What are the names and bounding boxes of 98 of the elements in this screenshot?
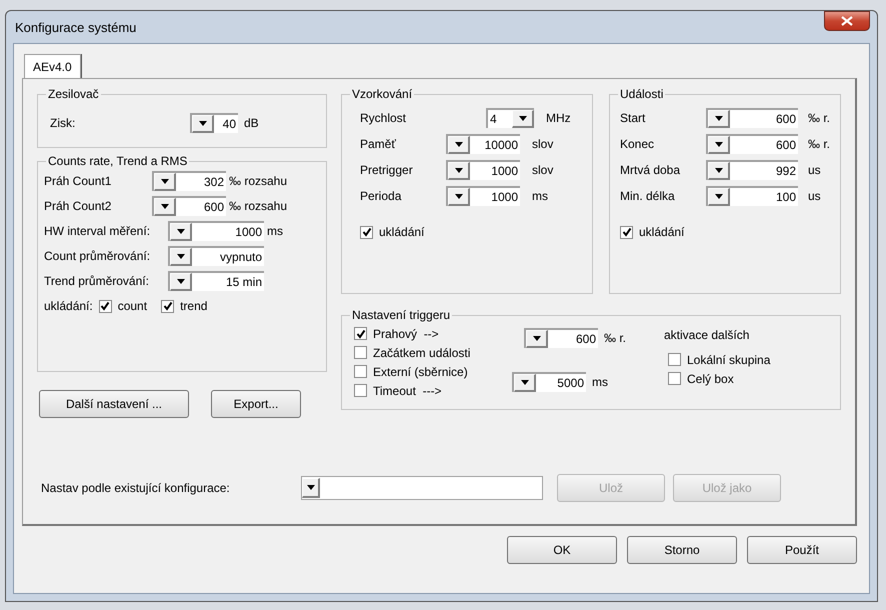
checkbox[interactable]: Externí (sběrnice): [354, 362, 504, 381]
field-label: Pretrigger: [360, 163, 414, 177]
field-value: 40: [222, 117, 237, 131]
field-value: 15 min: [224, 275, 263, 289]
configuration-dropdown[interactable]: [301, 476, 543, 500]
field-value: 600: [774, 138, 797, 152]
checkbox-label: Celý box: [687, 372, 734, 386]
push-button[interactable]: OK: [507, 536, 617, 564]
field-value: 600: [202, 200, 225, 214]
group-title: Vzorkování: [351, 87, 414, 101]
group-title: Události: [619, 87, 664, 101]
checkbox-label: trend: [180, 299, 208, 313]
field-value: 4: [489, 112, 498, 126]
field-label: Práh Count1: [44, 174, 112, 188]
field-value: 10000: [484, 138, 519, 152]
field-label: Konec: [620, 137, 656, 151]
field-value: vypnuto: [218, 250, 263, 264]
unit-label: MHz: [545, 111, 571, 125]
save-label: ukládání:: [44, 299, 93, 313]
spin-field[interactable]: 5000: [512, 372, 586, 392]
field-value: 600: [574, 332, 597, 346]
unit-label: dB: [243, 116, 259, 130]
checkbox[interactable]: trend: [161, 299, 208, 313]
field-label: HW interval měření:: [44, 224, 152, 238]
checkbox-label: Timeout --->: [373, 384, 442, 398]
group-title: Zesilovač: [47, 87, 100, 101]
field-label: Paměť: [360, 137, 397, 151]
spin-field[interactable]: 1000: [168, 221, 264, 241]
checkbox-label: Externí (sběrnice): [373, 364, 468, 378]
field-label: Perioda: [360, 189, 402, 203]
checkbox-label: ukládání: [639, 225, 684, 239]
field-value: 5000: [556, 376, 585, 390]
tab[interactable]: AEv4.0: [24, 54, 81, 78]
checkbox-label: Začátkem události: [373, 346, 470, 360]
spin-field[interactable]: 1000: [446, 160, 520, 180]
field-label: Count průměrování:: [44, 249, 152, 263]
field-value: 1000: [490, 164, 519, 178]
checkbox-label: Lokální skupina: [687, 352, 770, 366]
field-value: 1000: [490, 190, 519, 204]
checkbox[interactable]: Timeout --->: [354, 381, 504, 400]
field-label: Mrtvá doba: [620, 163, 682, 177]
field-value: 992: [774, 164, 797, 178]
field-value: 600: [774, 112, 797, 126]
field-value: 100: [774, 190, 797, 204]
unit-label: us: [807, 189, 821, 203]
unit-label: ms: [591, 375, 608, 389]
checkbox-label: Prahový -->: [373, 326, 439, 340]
push-button[interactable]: Další nastavení ...: [39, 390, 189, 418]
spin-field[interactable]: vypnuto: [168, 246, 264, 266]
unit-label: slov: [531, 137, 554, 151]
unit-label: ‰ r.: [807, 111, 830, 125]
window-title: Konfigurace systému: [14, 20, 136, 34]
checkbox[interactable]: Prahový -->: [354, 324, 504, 343]
field-label: Zisk:: [50, 116, 76, 130]
spin-field[interactable]: 15 min: [168, 271, 264, 291]
spin-field[interactable]: 600: [706, 134, 798, 154]
field-label: Trend průměrování:: [44, 274, 150, 288]
checkbox[interactable]: ukládání: [620, 225, 684, 239]
push-button[interactable]: Storno: [627, 536, 737, 564]
close-button[interactable]: [824, 11, 870, 31]
field-label: Nastav podle existující konfigurace:: [40, 481, 231, 495]
spin-field[interactable]: 600: [524, 328, 598, 348]
spin-field[interactable]: 4: [486, 108, 534, 128]
unit-label: us: [807, 163, 821, 177]
group-title: Nastavení triggeru: [351, 308, 452, 322]
spin-field[interactable]: 10000: [446, 134, 520, 154]
unit-label: ms: [531, 189, 548, 203]
group-title: Counts rate, Trend a RMS: [47, 154, 188, 168]
push-button[interactable]: Použít: [747, 536, 857, 564]
field-value: 1000: [234, 225, 263, 239]
spin-field[interactable]: 600: [152, 196, 226, 216]
field-value: 302: [202, 175, 225, 189]
field-label: Rychlost: [360, 111, 408, 125]
checkbox[interactable]: Lokální skupina: [668, 350, 770, 369]
field-label: Start: [620, 111, 646, 125]
checkbox-label: ukládání: [379, 225, 424, 239]
checkbox[interactable]: Začátkem události: [354, 343, 504, 362]
field-label: Práh Count2: [44, 199, 112, 213]
push-button[interactable]: Export...: [211, 390, 301, 418]
checkbox[interactable]: ukládání: [360, 225, 424, 239]
checkbox[interactable]: Celý box: [668, 369, 770, 388]
checkbox-label: count: [118, 299, 148, 313]
spin-field[interactable]: 302: [152, 171, 226, 191]
spin-field[interactable]: 600: [706, 108, 798, 128]
checkbox[interactable]: count: [98, 299, 148, 313]
unit-label: ‰ rozsahu: [228, 199, 288, 213]
section-label: aktivace dalších: [664, 328, 750, 342]
unit-label: ‰ r.: [807, 137, 830, 151]
spin-field[interactable]: 40: [190, 113, 238, 133]
spin-field[interactable]: 992: [706, 160, 798, 180]
close-icon: [841, 16, 853, 26]
field-label: Min. délka: [620, 189, 676, 203]
spin-field[interactable]: 100: [706, 186, 798, 206]
spin-field[interactable]: 1000: [446, 186, 520, 206]
unit-label: ‰ r.: [603, 331, 626, 345]
unit-label: slov: [531, 163, 554, 177]
unit-label: ‰ rozsahu: [228, 174, 288, 188]
unit-label: ms: [266, 224, 283, 238]
